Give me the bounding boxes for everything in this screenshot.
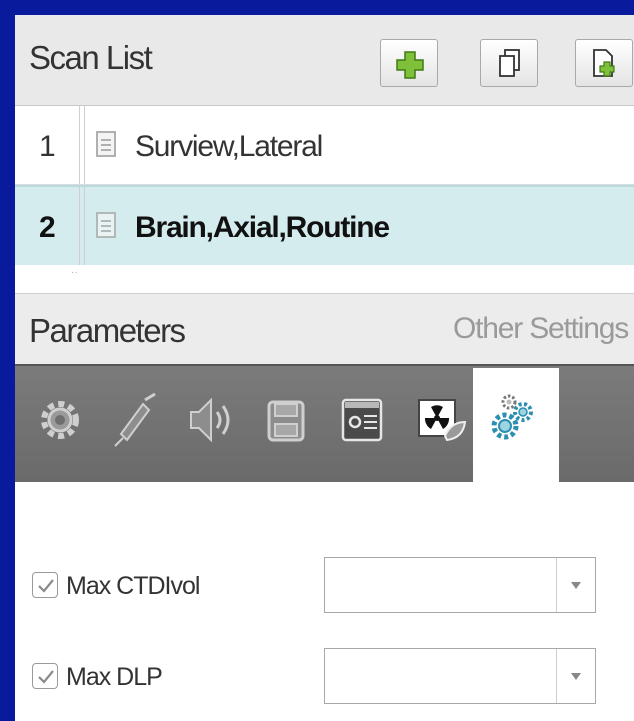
scan-list-title: Scan List (29, 39, 153, 76)
syringe-icon (114, 392, 156, 447)
copy-icon (499, 49, 520, 77)
clipboard-icon (96, 131, 116, 157)
tab-other-settings[interactable] (485, 382, 547, 458)
other-settings-label: Other Settings (453, 312, 629, 345)
scan-list-header: Scan List (15, 15, 634, 106)
gear-icon (41, 401, 79, 439)
tab-dose[interactable] (409, 382, 471, 458)
multi-gear-icon (491, 394, 533, 440)
checkmark-icon (38, 670, 54, 684)
dropdown-toggle[interactable] (556, 649, 595, 703)
parameter-tab-bar (15, 364, 634, 484)
chevron-down-icon (571, 582, 581, 589)
scan-list-empty-area: ·· (15, 265, 634, 294)
save-disk-icon (267, 400, 305, 442)
max-ctdivol-checkbox[interactable] (32, 572, 58, 598)
plus-icon (396, 51, 424, 79)
ct-scan-panel: Scan List 1 Surview,Lateral 2 Brain,Axia… (15, 15, 634, 721)
other-settings-form: Max CTDIvol Max DLP (15, 482, 634, 721)
scan-row-name: Brain,Axial,Routine (135, 211, 390, 244)
dropdown-toggle[interactable] (556, 558, 595, 612)
clipboard-icon (96, 212, 116, 238)
scan-row-1[interactable]: 1 Surview,Lateral (15, 106, 634, 185)
checkmark-icon (38, 579, 54, 593)
settings-panel-icon (341, 398, 383, 442)
scan-row-2[interactable]: 2 Brain,Axial,Routine (15, 185, 634, 266)
chevron-down-icon (571, 673, 581, 680)
parameters-title: Parameters (29, 312, 186, 349)
speaker-icon (190, 397, 230, 443)
tab-audio[interactable] (177, 382, 239, 458)
max-ctdivol-label: Max CTDIvol (66, 572, 200, 600)
tab-general[interactable] (29, 382, 91, 458)
row-divider (79, 106, 85, 184)
parameters-header: Parameters Other Settings (15, 294, 634, 364)
row-divider (79, 187, 85, 265)
max-dlp-label: Max DLP (66, 663, 163, 691)
tab-contrast[interactable] (101, 382, 163, 458)
scan-row-number: 1 (39, 130, 56, 163)
splitter-grip[interactable]: ·· (71, 267, 78, 278)
append-scan-button[interactable] (575, 39, 633, 87)
tab-storage[interactable] (255, 382, 317, 458)
max-dlp-dropdown[interactable] (324, 648, 596, 704)
copy-scan-button[interactable] (480, 39, 538, 87)
document-add-icon (593, 49, 615, 77)
add-scan-button[interactable] (380, 39, 438, 87)
scan-row-name: Surview,Lateral (135, 130, 323, 163)
radiation-dose-icon (418, 399, 467, 442)
tab-recon-settings[interactable] (331, 382, 393, 458)
max-ctdivol-dropdown[interactable] (324, 557, 596, 613)
max-dlp-checkbox[interactable] (32, 663, 58, 689)
scan-row-number: 2 (39, 211, 56, 244)
